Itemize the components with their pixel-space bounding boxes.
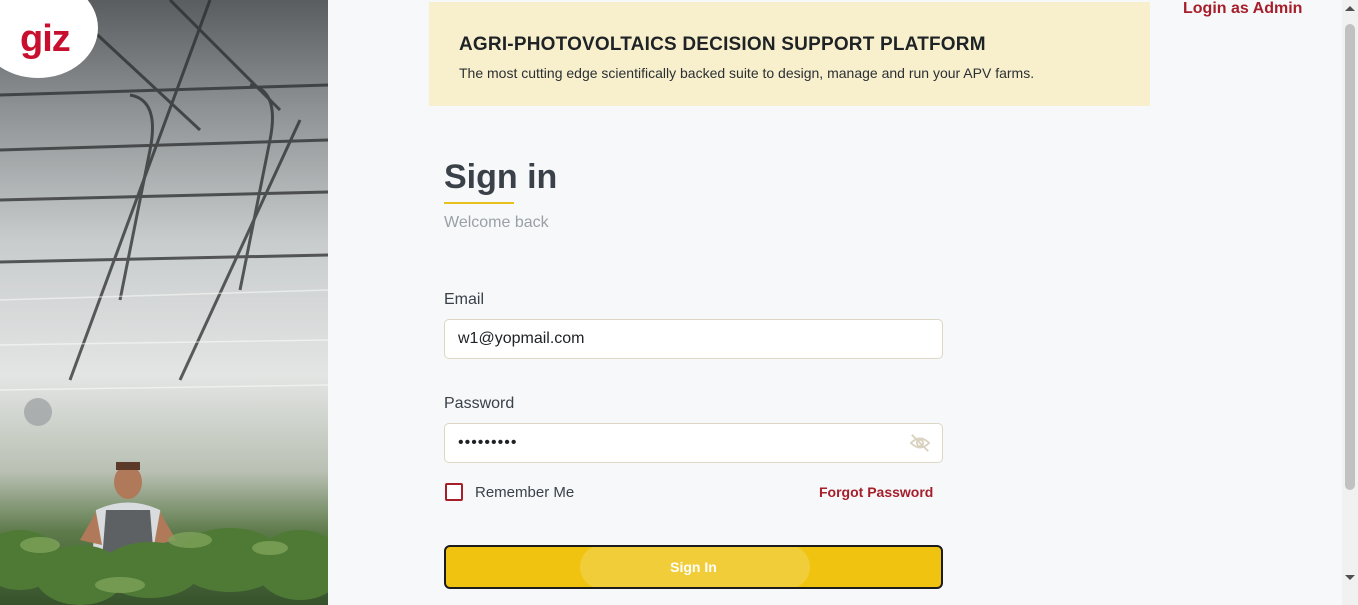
title-underline bbox=[444, 202, 514, 204]
page-title: Sign in bbox=[444, 158, 558, 196]
scroll-up-arrow-icon[interactable] bbox=[1345, 6, 1355, 11]
scroll-down-arrow-icon[interactable] bbox=[1345, 575, 1355, 580]
platform-banner: AGRI-PHOTOVOLTAICS DECISION SUPPORT PLAT… bbox=[429, 2, 1150, 106]
sign-in-button[interactable]: Sign In bbox=[444, 545, 943, 589]
eye-off-icon[interactable] bbox=[909, 433, 931, 453]
greenhouse-photo: giz bbox=[0, 0, 328, 605]
email-label: Email bbox=[444, 291, 485, 308]
sign-in-button-label: Sign In bbox=[670, 559, 717, 575]
page-scrollbar[interactable] bbox=[1342, 0, 1358, 605]
password-field[interactable] bbox=[444, 423, 943, 463]
email-field[interactable] bbox=[444, 319, 943, 359]
remember-me-checkbox[interactable] bbox=[445, 483, 463, 501]
giz-logo: giz bbox=[20, 18, 71, 60]
password-label: Password bbox=[444, 395, 515, 412]
greenhouse-illustration bbox=[0, 0, 328, 605]
login-as-admin-link[interactable]: Login as Admin bbox=[1183, 0, 1302, 18]
forgot-password-link[interactable]: Forgot Password bbox=[819, 484, 933, 500]
remember-me-label: Remember Me bbox=[475, 484, 575, 501]
platform-subtitle: The most cutting edge scientifically bac… bbox=[459, 65, 1035, 81]
welcome-text: Welcome back bbox=[444, 214, 549, 231]
scrollbar-thumb[interactable] bbox=[1345, 24, 1355, 490]
platform-title: AGRI-PHOTOVOLTAICS DECISION SUPPORT PLAT… bbox=[459, 34, 986, 55]
